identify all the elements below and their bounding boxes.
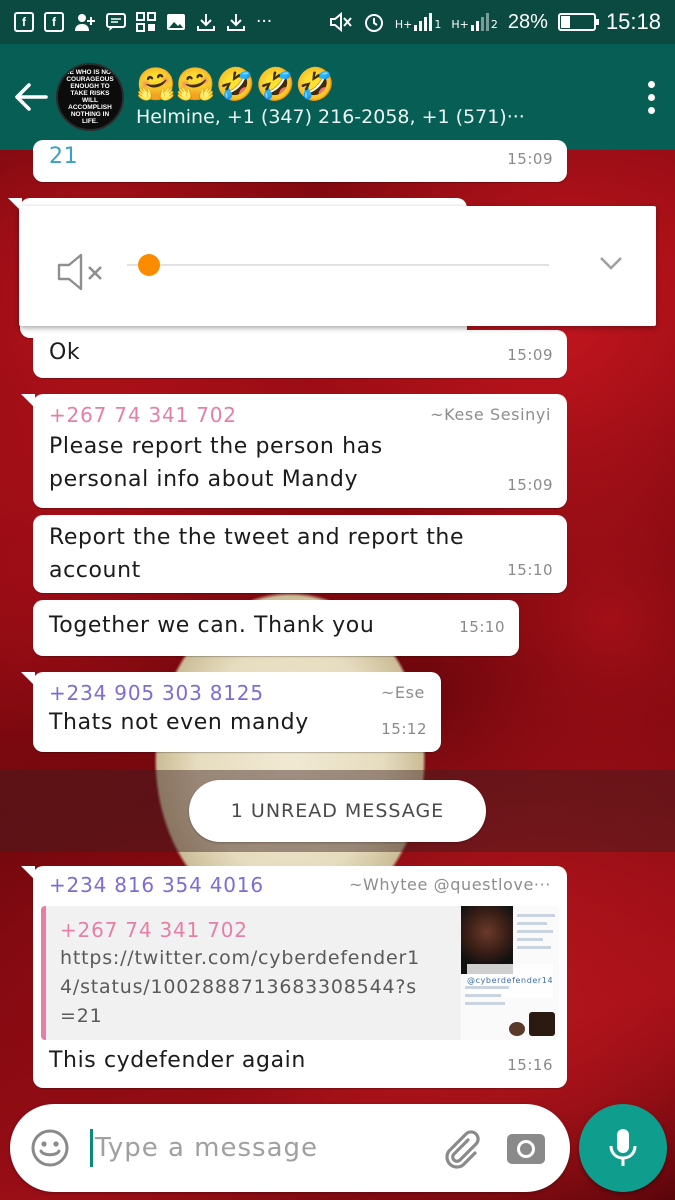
thumbnail-photo	[529, 1012, 555, 1036]
menu-dot	[647, 93, 655, 101]
signal-icon	[414, 13, 433, 31]
menu-dot	[647, 80, 655, 88]
camera-icon[interactable]	[504, 1126, 548, 1170]
speaker-muted-icon[interactable]	[57, 252, 105, 292]
message-bubble[interactable]: Report the the tweet and report the acco…	[33, 515, 567, 593]
paperclip-icon[interactable]	[438, 1126, 482, 1170]
message-text: Ok	[49, 340, 81, 365]
thumbnail-text-line	[517, 914, 555, 917]
sender-name: ~Ese	[380, 683, 425, 702]
thumbnail-handle: @cyberdefender14	[467, 964, 554, 997]
message-text: Report the the tweet and report the acco…	[49, 525, 465, 583]
facebook-icon: f	[14, 12, 34, 32]
message-bubble[interactable]: +267 74 341 702 ~Kese Sesinyi Please rep…	[21, 394, 567, 508]
message-time: 15:10	[507, 561, 553, 579]
message-time: 15:10	[459, 618, 505, 636]
facebook-icon: f	[44, 12, 64, 32]
thumbnail-text-line	[517, 930, 553, 933]
thumbnail-text-line	[465, 994, 501, 997]
quoted-image-thumbnail: @cyberdefender14	[461, 906, 559, 1040]
emoji-icon[interactable]	[30, 1128, 70, 1168]
message-bubble[interactable]: +234 816 354 4016 ~Whytee @questlove··· …	[21, 866, 567, 1088]
sender-number[interactable]: +234 816 354 4016	[49, 872, 264, 898]
bubble-tail	[21, 394, 35, 408]
battery-percent: 28%	[507, 10, 548, 33]
thumbnail-text-line	[517, 922, 547, 925]
apps-icon	[136, 12, 156, 32]
message-text: Thats not even mandy	[49, 710, 309, 735]
sender-number[interactable]: +234 905 303 8125	[49, 680, 264, 706]
signal-sim-2: H+ 2	[451, 13, 498, 31]
chat-participants: Helmine, +1 (347) 216-2058, +1 (571)···	[136, 106, 525, 128]
message-bubble[interactable]: 21 15:09	[33, 140, 567, 182]
message-composer: Type a message	[10, 1104, 570, 1192]
chat-title: 🤗🤗🤣🤣🤣	[136, 65, 336, 103]
chevron-down-icon[interactable]	[598, 254, 624, 272]
overflow-menu-button[interactable]	[631, 67, 671, 127]
battery-icon	[557, 13, 599, 31]
message-text: This cydefender again	[49, 1048, 306, 1073]
thumbnail-photo	[509, 1022, 525, 1036]
quoted-text: https://twitter.com/cyberdefender14/stat…	[60, 947, 420, 1027]
audio-player-popup	[19, 206, 656, 326]
message-time: 15:09	[507, 476, 553, 494]
message-sender: +234 905 303 8125 ~Ese	[33, 672, 441, 706]
thumbnail-text-line	[517, 938, 543, 941]
text-cursor	[90, 1129, 93, 1167]
sender-name: ~Kese Sesinyi	[430, 405, 551, 424]
sim-1-label: 1	[434, 18, 442, 31]
sender-number[interactable]: +267 74 341 702	[49, 402, 237, 428]
thumbnail-text-line	[465, 986, 509, 989]
thumbnail-text-line	[517, 946, 551, 949]
menu-dot	[647, 106, 655, 114]
audio-seek-bar[interactable]	[127, 254, 549, 276]
sim-2-label: 2	[490, 18, 498, 31]
alarm-icon	[364, 14, 383, 32]
more-notifications-indicator: ···	[256, 12, 273, 32]
add-contact-icon	[75, 14, 95, 31]
message-time: 15:16	[507, 1056, 553, 1074]
group-avatar[interactable]: HE WHO IS NOT COURAGEOUS ENOUGH TO TAKE …	[56, 63, 124, 131]
message-time: 15:09	[507, 346, 553, 364]
chat-toolbar: HE WHO IS NOT COURAGEOUS ENOUGH TO TAKE …	[0, 44, 675, 150]
signal-icon	[470, 13, 489, 31]
quoted-message[interactable]: +267 74 341 702 https://twitter.com/cybe…	[41, 906, 559, 1040]
status-bar: f f ··· H+ 1 H+ 2 28% 15:18	[0, 0, 675, 44]
chat-info[interactable]: 🤗🤗🤣🤣🤣 Helmine, +1 (347) 216-2058, +1 (57…	[136, 64, 631, 130]
download-icon	[227, 14, 245, 31]
back-arrow-icon	[15, 83, 48, 111]
message-sender: +234 816 354 4016 ~Whytee @questlove···	[33, 866, 567, 898]
network-type-1: H+	[394, 18, 413, 31]
bubble-tail	[21, 866, 35, 880]
muted-icon	[329, 11, 352, 33]
message-icon	[106, 13, 126, 31]
audio-seek-knob[interactable]	[138, 254, 160, 276]
message-bubble[interactable]: +234 905 303 8125 ~Ese Thats not even ma…	[21, 672, 441, 752]
notification-icons: f f ···	[14, 12, 329, 32]
network-type-2: H+	[451, 18, 469, 31]
message-bubble[interactable]: Together we can. Thank you 15:10	[33, 600, 519, 656]
unread-messages-badge: 1 UNREAD MESSAGE	[189, 780, 486, 842]
message-text: Please report the person has personal in…	[49, 434, 383, 492]
image-icon	[167, 14, 185, 30]
message-time: 15:12	[381, 720, 427, 738]
message-text: Together we can. Thank you	[49, 613, 375, 638]
microphone-icon	[609, 1129, 637, 1166]
voice-record-button[interactable]	[579, 1104, 667, 1192]
download-icon	[197, 14, 215, 31]
signal-sim-1: H+ 1	[394, 13, 442, 31]
back-button[interactable]	[6, 72, 56, 122]
message-time: 15:09	[507, 150, 553, 168]
message-sender: +267 74 341 702 ~Kese Sesinyi	[33, 394, 567, 428]
bubble-tail	[21, 672, 35, 686]
message-text: 21	[49, 144, 79, 169]
sender-name: ~Whytee @questlove···	[348, 875, 551, 894]
message-bubble[interactable]: Ok 15:09	[33, 330, 567, 378]
message-input[interactable]: Type a message	[95, 1133, 438, 1163]
thumbnail-text-line	[465, 1002, 505, 1005]
clock: 15:18	[605, 9, 661, 34]
